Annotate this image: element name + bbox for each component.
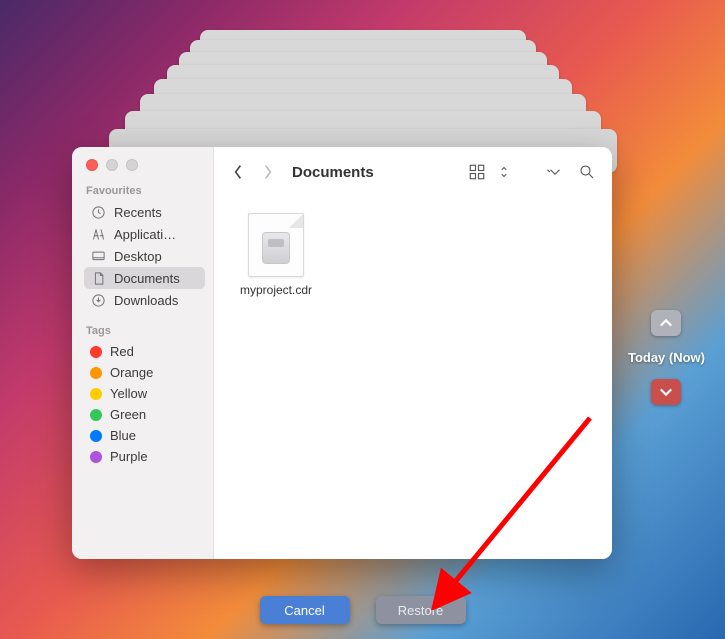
sidebar-item-applications[interactable]: Applicati… (84, 223, 205, 245)
finder-content: Documents (214, 147, 612, 559)
finder-window: Favourites Recents Applicati… Desktop (72, 147, 612, 559)
sidebar-item-downloads[interactable]: Downloads (84, 289, 205, 311)
file-icon (248, 213, 304, 277)
sidebar-item-label: Purple (110, 449, 148, 464)
applications-icon (90, 226, 106, 242)
tag-dot-icon (90, 388, 102, 400)
sidebar-item-label: Desktop (114, 249, 162, 264)
time-machine-background: Favourites Recents Applicati… Desktop (0, 0, 725, 639)
desktop-icon (90, 248, 106, 264)
sidebar-item-desktop[interactable]: Desktop (84, 245, 205, 267)
window-controls (84, 159, 205, 171)
sidebar-tag-yellow[interactable]: Yellow (84, 383, 205, 404)
action-bar: Cancel Restore (260, 596, 466, 624)
sidebar-tag-blue[interactable]: Blue (84, 425, 205, 446)
sidebar-item-label: Recents (114, 205, 162, 220)
sidebar-item-documents[interactable]: Documents (84, 267, 205, 289)
file-name: myproject.cdr (234, 283, 318, 297)
sidebar-tag-purple[interactable]: Purple (84, 446, 205, 467)
search-button[interactable] (576, 161, 598, 183)
sidebar-item-label: Green (110, 407, 146, 422)
sidebar-tag-green[interactable]: Green (84, 404, 205, 425)
file-grid[interactable]: myproject.cdr (214, 197, 612, 559)
clock-icon (90, 204, 106, 220)
sidebar-item-recents[interactable]: Recents (84, 201, 205, 223)
restore-button[interactable]: Restore (376, 596, 466, 624)
timeline-controls: Today (Now) (628, 310, 705, 405)
sidebar-item-label: Orange (110, 365, 153, 380)
finder-toolbar: Documents (214, 147, 612, 197)
timeline-down-button[interactable] (651, 379, 681, 405)
sidebar-tag-red[interactable]: Red (84, 341, 205, 362)
document-icon (90, 270, 106, 286)
sidebar-item-label: Yellow (110, 386, 147, 401)
timeline-up-button[interactable] (651, 310, 681, 336)
more-button[interactable] (544, 161, 566, 183)
downloads-icon (90, 292, 106, 308)
folder-title: Documents (292, 164, 374, 181)
tag-dot-icon (90, 430, 102, 442)
view-mode-button[interactable] (466, 161, 488, 183)
finder-sidebar: Favourites Recents Applicati… Desktop (72, 147, 214, 559)
forward-button[interactable] (258, 160, 278, 184)
tag-dot-icon (90, 346, 102, 358)
timeline-label: Today (Now) (628, 350, 705, 365)
tag-dot-icon (90, 367, 102, 379)
tag-dot-icon (90, 409, 102, 421)
sidebar-item-label: Applicati… (114, 227, 176, 242)
sidebar-section-favourites: Favourites (86, 185, 205, 197)
tag-dot-icon (90, 451, 102, 463)
view-mode-dropdown-icon[interactable] (498, 161, 510, 183)
file-item[interactable]: myproject.cdr (234, 213, 318, 297)
close-window-button[interactable] (86, 159, 98, 171)
minimize-window-button[interactable] (106, 159, 118, 171)
zoom-window-button[interactable] (126, 159, 138, 171)
back-button[interactable] (228, 160, 248, 184)
sidebar-item-label: Blue (110, 428, 136, 443)
sidebar-section-tags: Tags (86, 325, 205, 337)
sidebar-item-label: Downloads (114, 293, 178, 308)
sidebar-item-label: Documents (114, 271, 180, 286)
sidebar-item-label: Red (110, 344, 134, 359)
cancel-button[interactable]: Cancel (260, 596, 350, 624)
sidebar-tag-orange[interactable]: Orange (84, 362, 205, 383)
